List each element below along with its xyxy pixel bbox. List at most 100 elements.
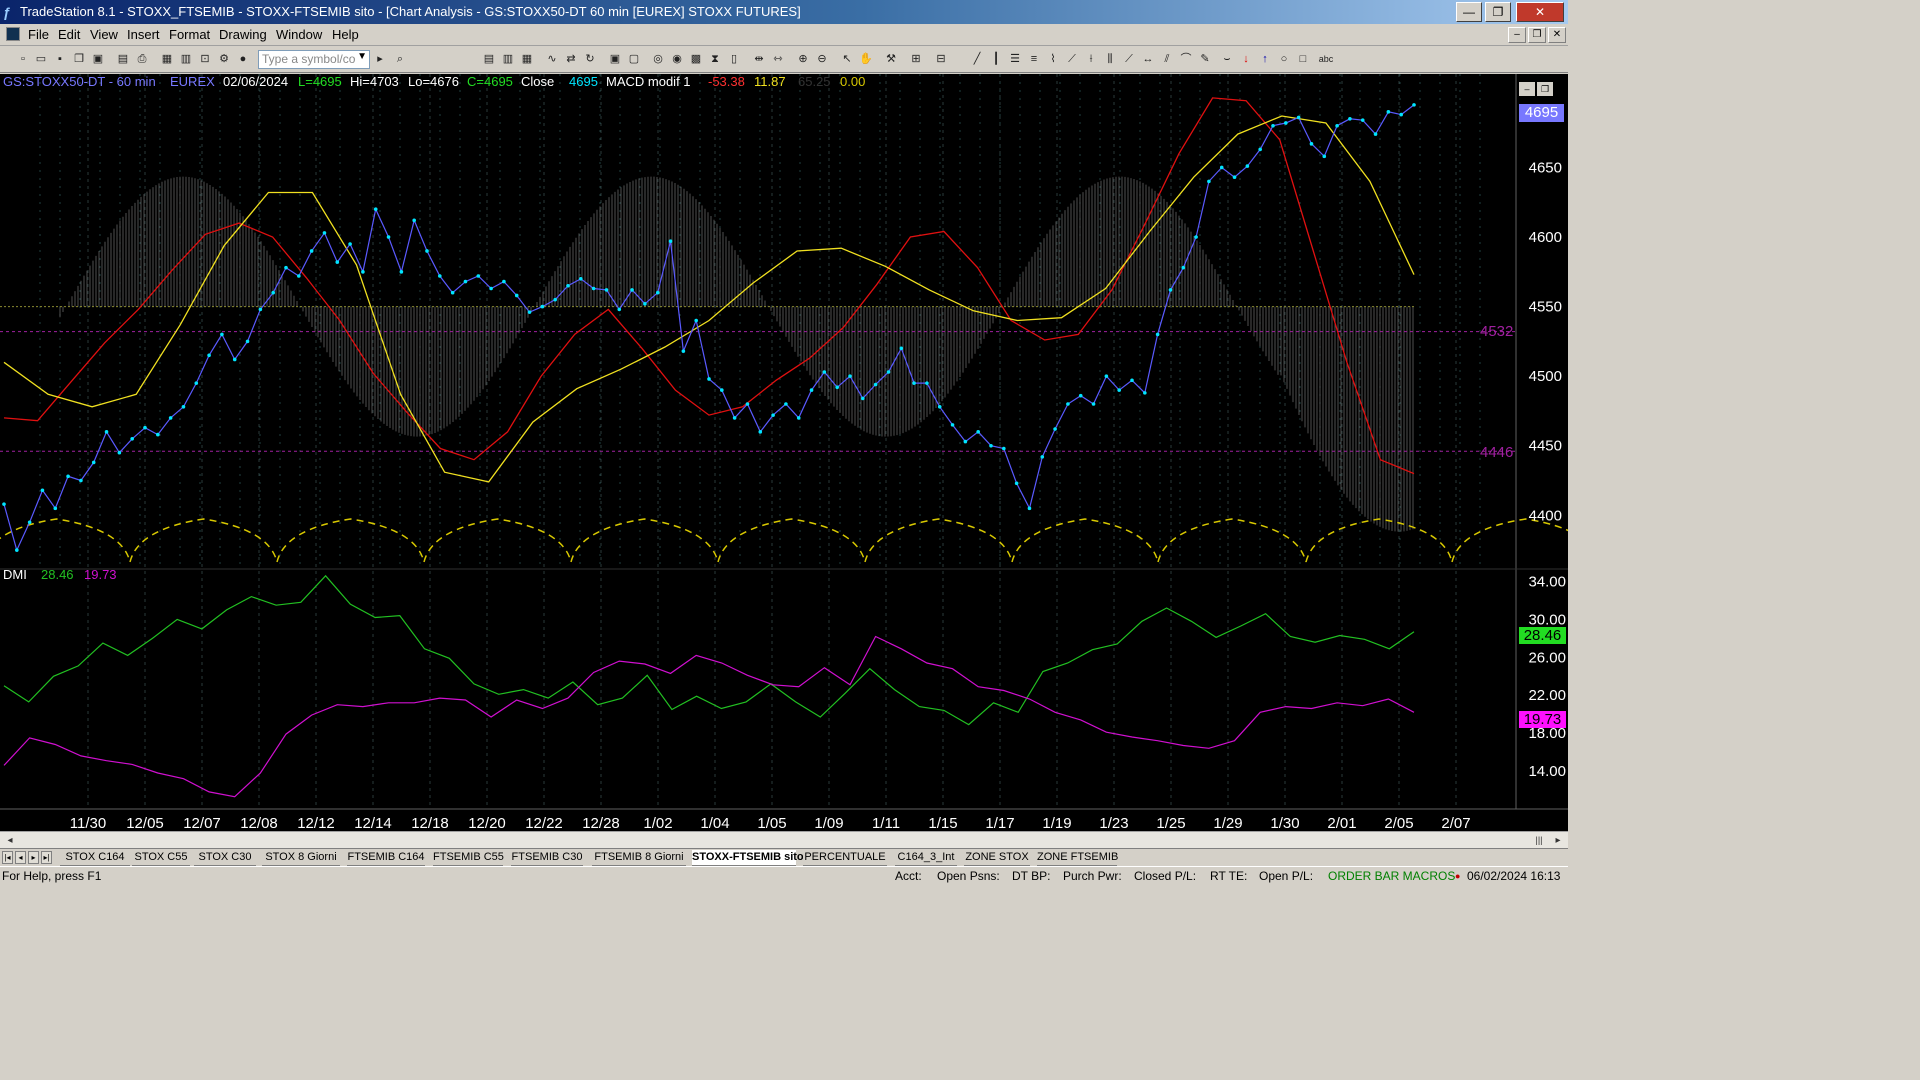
attach-icon[interactable]: ⊟ <box>934 52 948 66</box>
close-point <box>1091 402 1096 406</box>
vertical-lines-icon[interactable]: ┃ <box>989 52 1003 66</box>
curve-icon[interactable]: ⌣ <box>1220 52 1234 66</box>
symbol-input[interactable]: Type a symbol/co ▼ <box>258 50 370 69</box>
refresh-icon[interactable]: ↻ <box>583 52 597 66</box>
arrow-line-icon[interactable]: ↔ <box>1141 52 1155 66</box>
tab-c164-3-int[interactable]: C164_3_Int <box>895 850 957 866</box>
radar-icon[interactable]: ◎ <box>651 52 665 66</box>
data-window-icon[interactable]: ▯ <box>727 52 741 66</box>
tab-first-icon[interactable]: |◂ <box>2 851 13 864</box>
menu-format[interactable]: Format <box>169 27 210 42</box>
print-preview-icon[interactable]: ▤ <box>116 52 130 66</box>
new-file-icon[interactable]: ▫ <box>16 52 30 66</box>
menu-help[interactable]: Help <box>332 27 359 42</box>
window-cascade-icon[interactable]: ▥ <box>179 52 193 66</box>
horizontal-scrollbar[interactable]: ◂ ||| ▸ <box>0 831 1568 848</box>
rectangle-icon[interactable]: □ <box>1296 52 1310 66</box>
tab-percentuale[interactable]: PERCENTUALE <box>803 850 887 866</box>
channel-icon[interactable]: ≡ <box>1027 52 1041 66</box>
chart-document-icon[interactable] <box>6 27 20 41</box>
child-restore-button[interactable]: ❐ <box>1528 27 1546 43</box>
chart-style-icon[interactable]: ⚙ <box>217 52 231 66</box>
indicator-icon[interactable]: ∿ <box>545 52 559 66</box>
tab-zone-ftsemib[interactable]: ZONE FTSEMIB <box>1037 850 1118 866</box>
format-window-icon[interactable]: ▣ <box>608 52 622 66</box>
tab-ftsemib-c164[interactable]: FTSEMIB C164 <box>347 850 425 866</box>
scroll-range-icon[interactable]: ⇿ <box>771 52 785 66</box>
close-point <box>1219 165 1224 170</box>
tab-zone-stox[interactable]: ZONE STOX <box>964 850 1030 866</box>
menu-window[interactable]: Window <box>276 27 322 42</box>
menu-drawing[interactable]: Drawing <box>219 27 267 42</box>
sell-arrow-icon[interactable]: ↓ <box>1239 52 1253 66</box>
tab-ftsemib-8-giorni[interactable]: FTSEMIB 8 Giorni <box>592 850 686 866</box>
child-minimize-button[interactable]: – <box>1508 27 1526 43</box>
format-symbol-icon[interactable]: ▢ <box>627 52 641 66</box>
close-button[interactable]: ✕ <box>1516 2 1564 22</box>
chart-canvas[interactable]: 11/30 12/05 12/07 12/08 12/12 12/14 12/18 12/20… <box>0 74 1568 831</box>
strategy-icon[interactable]: ⇄ <box>564 52 578 66</box>
grid-icon[interactable]: ▦ <box>520 52 534 66</box>
scanner-icon[interactable]: ◉ <box>670 52 684 66</box>
child-close-button[interactable]: ✕ <box>1548 27 1566 43</box>
zoom-in-icon[interactable]: ⊕ <box>796 52 810 66</box>
tab-stox-c164[interactable]: STOX C164 <box>60 850 130 866</box>
copy-icon[interactable]: ❐ <box>72 52 86 66</box>
chart-analysis-window[interactable]: 11/30 12/05 12/07 12/08 12/12 12/14 12/18 12/20… <box>0 74 1568 831</box>
fibonacci-icon[interactable]: ⌇ <box>1046 52 1060 66</box>
matrix-icon[interactable]: ▩ <box>689 52 703 66</box>
fan-icon[interactable]: ⟋ <box>1122 52 1136 66</box>
window-tile-icon[interactable]: ▦ <box>160 52 174 66</box>
zoom-range-icon[interactable]: ⇹ <box>752 52 766 66</box>
tab-next-icon[interactable]: ▸ <box>28 851 39 864</box>
candle-chart-icon[interactable]: ▥ <box>501 52 515 66</box>
symbol-lookup-icon[interactable]: ⌕ <box>393 52 407 66</box>
workspace-icon[interactable]: ▣ <box>91 52 105 66</box>
tab-stoxx-ftsemib-sito[interactable]: STOXX-FTSEMIB sito <box>692 850 804 866</box>
subchart-restore-button[interactable]: ❐ <box>1537 82 1553 96</box>
pointer-icon[interactable]: ↖ <box>840 52 854 66</box>
chevron-down-icon[interactable]: ▼ <box>357 51 367 62</box>
open-folder-icon[interactable]: ▭ <box>34 52 48 66</box>
lock-icon[interactable]: ⊡ <box>198 52 212 66</box>
gann-icon[interactable]: ⟊ <box>1084 52 1098 66</box>
globe-icon[interactable]: ● <box>236 52 250 66</box>
trendline-icon[interactable]: ╱ <box>970 52 984 66</box>
text-tool-icon[interactable]: abc <box>1315 52 1337 66</box>
bar-chart-icon[interactable]: ▤ <box>482 52 496 66</box>
pencil-icon[interactable]: ✎ <box>1198 52 1212 66</box>
menu-view[interactable]: View <box>90 27 118 42</box>
parallel-lines-icon[interactable]: ⫽ <box>1160 52 1174 66</box>
wrench-icon[interactable]: ⚒ <box>884 52 898 66</box>
tab-ftsemib-c55[interactable]: FTSEMIB C55 <box>433 850 504 866</box>
horizontal-lines-icon[interactable]: ☰ <box>1008 52 1022 66</box>
tab-stox-8-giorni[interactable]: STOX 8 Giorni <box>262 850 340 866</box>
status-order-bar-macros[interactable]: ORDER BAR MACROS <box>1328 869 1455 883</box>
speedline-icon[interactable]: ⟋ <box>1065 52 1079 66</box>
ellipse-icon[interactable]: ○ <box>1277 52 1291 66</box>
zoom-out-icon[interactable]: ⊖ <box>815 52 829 66</box>
minimize-button[interactable]: — <box>1456 2 1482 22</box>
scroll-thumb[interactable]: ||| <box>1532 833 1546 848</box>
scroll-left-arrow-icon[interactable]: ◂ <box>2 833 18 848</box>
buy-arrow-icon[interactable]: ↑ <box>1258 52 1272 66</box>
tab-prev-icon[interactable]: ◂ <box>15 851 26 864</box>
tab-last-icon[interactable]: ▸| <box>41 851 52 864</box>
tab-ftsemib-c30[interactable]: FTSEMIB C30 <box>511 850 583 866</box>
tab-stox-c30[interactable]: STOX C30 <box>194 850 256 866</box>
save-icon[interactable]: ▪ <box>53 52 67 66</box>
tab-stox-c55[interactable]: STOX C55 <box>132 850 190 866</box>
pin-icon[interactable]: ⊞ <box>909 52 923 66</box>
hand-cursor-icon[interactable]: ✋ <box>859 52 873 66</box>
subchart-minimize-button[interactable]: – <box>1519 82 1535 96</box>
hourglass-icon[interactable]: ⧗ <box>708 52 722 66</box>
menu-insert[interactable]: Insert <box>127 27 160 42</box>
print-icon[interactable]: ⎙ <box>135 52 149 66</box>
menu-edit[interactable]: Edit <box>58 27 80 42</box>
andrews-pitchfork-icon[interactable]: ⫼ <box>1103 52 1117 66</box>
scroll-right-arrow-icon[interactable]: ▸ <box>1550 833 1566 848</box>
go-arrow-icon[interactable]: ▸ <box>373 52 387 66</box>
maximize-button[interactable]: ❐ <box>1485 2 1511 22</box>
menu-file[interactable]: File <box>28 27 49 42</box>
arc-icon[interactable]: ⌒ <box>1179 52 1193 66</box>
